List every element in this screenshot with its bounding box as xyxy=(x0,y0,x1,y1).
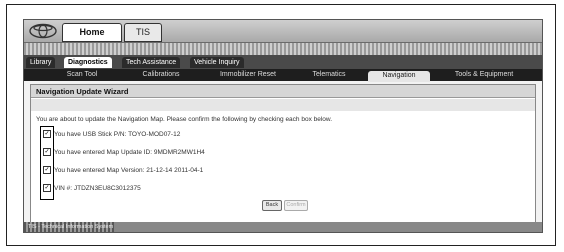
tab-tech-assistance[interactable]: Tech Assistance xyxy=(122,57,181,68)
sub-nav: Scan Tool Calibrations Immobilizer Reset… xyxy=(24,69,542,82)
checkbox-map-version[interactable]: ✓ xyxy=(43,166,51,174)
confirm-label-usb: You have USB Stick P/N: TOYO-MOD07-12 xyxy=(54,130,181,138)
checkbox-update-id[interactable]: ✓ xyxy=(43,148,51,156)
confirm-row-map-version: ✓ You have entered Map Version: 21-12-14… xyxy=(43,166,203,174)
tis-tab[interactable]: TIS xyxy=(124,23,162,42)
wizard-intro-text: You are about to update the Navigation M… xyxy=(36,116,333,123)
top-header-bar: Home TIS xyxy=(24,20,542,43)
subtab-tools-equipment[interactable]: Tools & Equipment xyxy=(444,70,524,80)
confirm-button[interactable]: Confirm xyxy=(284,200,308,211)
wizard-title: Navigation Update Wizard xyxy=(31,85,535,98)
subtab-immobilizer-reset[interactable]: Immobilizer Reset xyxy=(206,70,290,80)
tab-diagnostics[interactable]: Diagnostics xyxy=(64,57,112,68)
status-bar: TIS - Technical Information System xyxy=(24,222,542,232)
subtab-scan-tool[interactable]: Scan Tool xyxy=(52,70,112,80)
tab-library[interactable]: Library xyxy=(26,57,56,68)
status-text: TIS - Technical Information System xyxy=(28,224,114,230)
confirm-row-update-id: ✓ You have entered Map Update ID: 9MDMR2… xyxy=(43,148,205,156)
checkbox-vin[interactable]: ✓ xyxy=(43,184,51,192)
browser-window: Home TIS Library Diagnostics Tech Assist… xyxy=(23,19,543,233)
subtab-calibrations[interactable]: Calibrations xyxy=(130,70,192,80)
toyota-logo-icon xyxy=(29,23,57,39)
checkbox-usb[interactable]: ✓ xyxy=(43,130,51,138)
confirm-label-vin: VIN #: JTDZN3EU8C3012375 xyxy=(54,184,141,192)
panel-spacer xyxy=(31,99,535,111)
confirm-label-update-id: You have entered Map Update ID: 9MDMR2MW… xyxy=(54,148,205,156)
subtab-navigation[interactable]: Navigation xyxy=(368,71,430,82)
screenshot-frame: Home TIS Library Diagnostics Tech Assist… xyxy=(6,4,556,246)
confirm-label-map-version: You have entered Map Version: 21-12-14 2… xyxy=(54,166,204,174)
subtab-telematics[interactable]: Telematics xyxy=(300,70,358,80)
back-button[interactable]: Back xyxy=(262,200,282,211)
header-stripe xyxy=(24,43,542,55)
tab-vehicle-inquiry[interactable]: Vehicle Inquiry xyxy=(190,57,244,68)
home-tab[interactable]: Home xyxy=(62,23,122,42)
wizard-panel: Navigation Update Wizard You are about t… xyxy=(30,84,536,224)
main-nav: Library Diagnostics Tech Assistance Vehi… xyxy=(24,55,542,69)
confirm-row-usb: ✓ You have USB Stick P/N: TOYO-MOD07-12 xyxy=(43,130,180,138)
confirm-row-vin: ✓ VIN #: JTDZN3EU8C3012375 xyxy=(43,184,141,192)
